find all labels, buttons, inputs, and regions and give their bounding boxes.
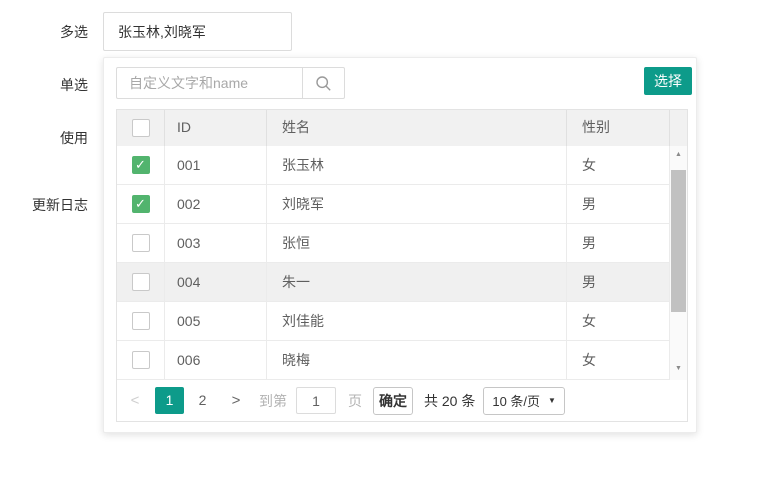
cell-id: 006: [165, 341, 267, 379]
table-row[interactable]: 005 刘佳能 女: [117, 302, 670, 341]
select-all-checkbox[interactable]: [132, 119, 150, 137]
page-size-select[interactable]: 10 条/页 ▼: [483, 387, 565, 415]
total-count: 共 20 条: [424, 391, 475, 411]
table-row[interactable]: 006 晓梅 女: [117, 341, 670, 380]
cell-name: 刘晓军: [267, 185, 567, 223]
cell-name: 刘佳能: [267, 302, 567, 340]
multi-select-label: 多选: [0, 22, 88, 42]
scrollbar-thumb[interactable]: [671, 170, 686, 312]
cell-name: 朱一: [267, 263, 567, 301]
changelog-label: 更新日志: [0, 195, 88, 215]
cell-id: 004: [165, 263, 267, 301]
cell-id: 002: [165, 185, 267, 223]
page-size-value: 10 条/页: [492, 391, 540, 410]
page-button-2[interactable]: 2: [188, 387, 217, 414]
dropdown-caret-icon: ▼: [548, 396, 556, 405]
cell-name: 张玉林: [267, 146, 567, 184]
table-body: 001 张玉林 女 002 刘晓军 男 003 张恒 男 004 朱一 男: [117, 146, 687, 380]
table-container: ID 姓名 性别 001 张玉林 女 002 刘晓军 男 003 张恒: [116, 109, 688, 422]
goto-page-prefix: 到第: [259, 391, 287, 411]
select-button[interactable]: 选择: [644, 67, 692, 95]
single-select-label: 单选: [0, 75, 88, 95]
search-button[interactable]: [302, 67, 345, 99]
page-button-1[interactable]: 1: [155, 387, 184, 414]
header-id: ID: [165, 110, 267, 146]
goto-page-input[interactable]: [296, 387, 336, 414]
scroll-down-icon[interactable]: ▼: [670, 361, 687, 377]
row-checkbox[interactable]: [132, 156, 150, 174]
goto-page-suffix: 页: [348, 391, 362, 411]
header-scroll-spacer: [670, 110, 687, 146]
cell-gender: 男: [567, 224, 670, 262]
next-page-icon[interactable]: >: [229, 392, 243, 409]
row-checkbox[interactable]: [132, 351, 150, 369]
row-checkbox[interactable]: [132, 273, 150, 291]
header-checkbox-cell: [117, 110, 165, 146]
cell-id: 005: [165, 302, 267, 340]
cell-gender: 女: [567, 341, 670, 379]
cell-gender: 男: [567, 263, 670, 301]
multi-select-input[interactable]: [103, 12, 292, 51]
row-checkbox[interactable]: [132, 234, 150, 252]
pagination-bar: < 1 2 > 到第 页 确定 共 20 条 10 条/页 ▼: [117, 380, 687, 421]
row-checkbox[interactable]: [132, 312, 150, 330]
table-row[interactable]: 001 张玉林 女: [117, 146, 670, 185]
header-gender: 性别: [567, 110, 670, 146]
vertical-scrollbar[interactable]: ▲ ▼: [670, 146, 687, 380]
cell-id: 001: [165, 146, 267, 184]
search-icon: [315, 75, 332, 92]
table-header: ID 姓名 性别: [117, 110, 687, 146]
scroll-up-icon[interactable]: ▲: [670, 147, 687, 163]
table-row[interactable]: 002 刘晓军 男: [117, 185, 670, 224]
partially-visible-element: [62, 479, 112, 488]
row-checkbox[interactable]: [132, 195, 150, 213]
cell-name: 张恒: [267, 224, 567, 262]
cell-gender: 女: [567, 302, 670, 340]
table-row[interactable]: 004 朱一 男: [117, 263, 670, 302]
cell-gender: 女: [567, 146, 670, 184]
search-input[interactable]: [116, 67, 303, 99]
select-dropdown-panel: 选择 ID 姓名 性别 001 张玉林 女 002 刘晓军 男: [103, 57, 697, 433]
header-name: 姓名: [267, 110, 567, 146]
cell-gender: 男: [567, 185, 670, 223]
prev-page-icon[interactable]: <: [128, 392, 142, 409]
confirm-button[interactable]: 确定: [373, 387, 413, 415]
cell-name: 晓梅: [267, 341, 567, 379]
usage-label: 使用: [0, 128, 88, 148]
table-row[interactable]: 003 张恒 男: [117, 224, 670, 263]
cell-id: 003: [165, 224, 267, 262]
